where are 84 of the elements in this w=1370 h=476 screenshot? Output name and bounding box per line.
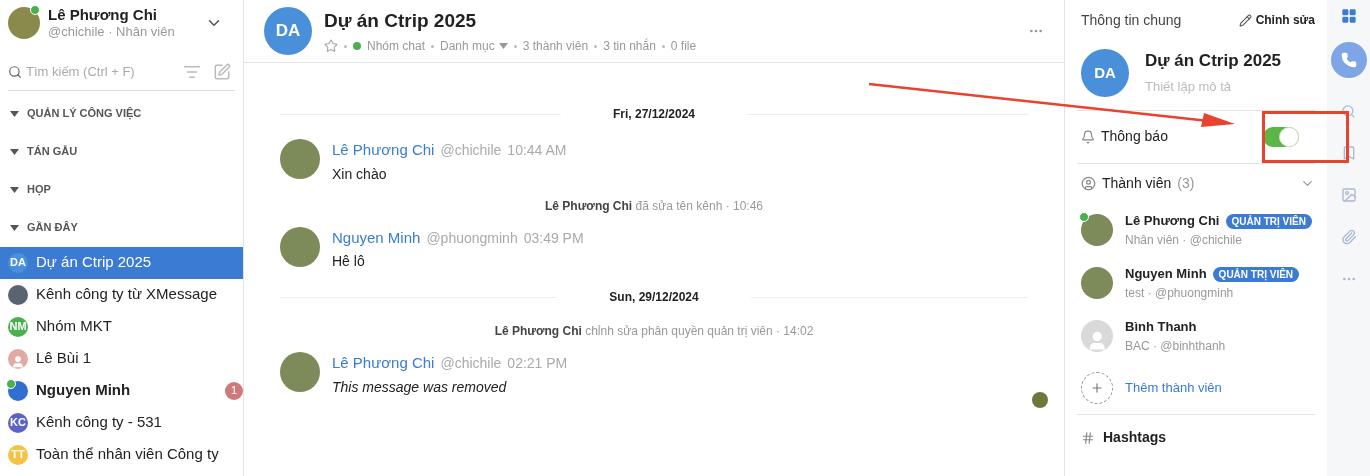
- initials-avatar: TT: [8, 444, 28, 465]
- add-member-link[interactable]: Thêm thành viên: [1125, 378, 1222, 398]
- message-time: 02:21 PM: [507, 354, 568, 373]
- channel-avatar: DA: [264, 7, 312, 55]
- caret-icon: [10, 110, 19, 117]
- star-icon[interactable]: [324, 39, 338, 54]
- initials-avatar: DA: [8, 252, 28, 273]
- conversation-item[interactable]: Kênh công ty từ XMessage: [0, 278, 243, 311]
- initials-avatar: KC: [8, 412, 28, 433]
- author-handle: @phuongminh: [426, 228, 518, 248]
- section-header[interactable]: HỌP: [0, 170, 243, 209]
- member-name: Nguyen Minh: [1125, 265, 1207, 284]
- hash-icon: [1081, 430, 1095, 445]
- author-name[interactable]: Lê Phương Chi: [332, 352, 435, 375]
- author-name[interactable]: Lê Phương Chi: [332, 139, 435, 162]
- user-subtitle: @chichile · Nhân viên: [48, 24, 176, 41]
- channel-title: Dự án Ctrip 2025: [1145, 50, 1282, 72]
- message-time: 10:44 AM: [507, 141, 567, 160]
- grid-icon[interactable]: [1340, 8, 1357, 24]
- message-count: 3 tin nhắn: [603, 37, 656, 56]
- conversation-item[interactable]: Lê Bùi 1: [0, 342, 243, 375]
- channel-title: Dự án Ctrip 2025: [324, 8, 478, 33]
- conversation-item[interactable]: TT Toàn thể nhân viên Công ty: [0, 438, 243, 471]
- role-badge: QUẢN TRỊ VIÊN: [1212, 266, 1300, 282]
- unread-badge: 1: [225, 381, 243, 400]
- search-icon: [8, 64, 22, 79]
- message-text: Xin chào: [332, 164, 388, 184]
- description-field[interactable]: Thiết lập mô tả: [1145, 76, 1255, 96]
- members-count: (3): [1177, 174, 1196, 193]
- section-header[interactable]: QUẢN LÝ CÔNG VIỆC: [0, 94, 243, 133]
- author-name[interactable]: Nguyen Minh: [332, 226, 421, 249]
- conversation-item[interactable]: KC Kênh công ty - 531: [0, 406, 243, 439]
- message-text: This message was removed: [332, 377, 508, 397]
- channel-avatar: DA: [1081, 48, 1129, 97]
- image-icon[interactable]: [1340, 187, 1357, 203]
- member-name: Bình Thanh: [1125, 318, 1197, 337]
- date-divider: Fri, 27/12/2024: [611, 106, 697, 123]
- caret-icon: [498, 43, 508, 50]
- photo-placeholder: [280, 226, 320, 267]
- conversation-item[interactable]: Nguyen Minh 1: [0, 374, 243, 407]
- channel-type: Nhóm chat: [367, 38, 426, 56]
- panel-heading: Thông tin chung: [1081, 10, 1182, 30]
- section-header[interactable]: GẦN ĐÂY: [0, 208, 243, 247]
- paperclip-icon[interactable]: [1340, 229, 1357, 245]
- members-label: Thành viên: [1102, 174, 1172, 193]
- system-event: Lê Phương Chi đã sửa tên kênh · 10:46: [544, 197, 764, 215]
- author-handle: @chichile: [440, 354, 502, 373]
- caret-icon: [10, 224, 19, 231]
- notification-toggle[interactable]: [1263, 126, 1299, 147]
- call-button[interactable]: [1330, 42, 1367, 78]
- author-handle: @chichile: [440, 141, 502, 160]
- pencil-icon: [1238, 13, 1252, 27]
- compose-icon[interactable]: [213, 62, 231, 81]
- member-detail: Nhân viên · @chichile: [1125, 231, 1243, 249]
- role-badge: QUẢN TRỊ VIÊN: [1225, 213, 1312, 229]
- section-header[interactable]: TÁN GẪU: [0, 132, 243, 171]
- user-name: Lê Phương Chi: [48, 5, 159, 25]
- member-count: 3 thành viên: [522, 38, 589, 56]
- hashtags-label: Hashtags: [1103, 428, 1167, 447]
- conversation-item[interactable]: NM Nhóm MKT: [0, 310, 243, 343]
- photo-placeholder: [1081, 214, 1113, 246]
- search-field[interactable]: Tìm kiếm (Ctrl + F): [26, 62, 179, 82]
- message-text: Hê lô: [332, 252, 366, 271]
- photo-placeholder: [8, 7, 40, 39]
- member-detail: test · @phuongminh: [1125, 284, 1235, 302]
- search-icon[interactable]: [1341, 104, 1356, 119]
- phone-icon: [1340, 52, 1357, 68]
- notification-label: Thông báo: [1101, 127, 1169, 146]
- member-detail: BAC · @binhthanh: [1125, 337, 1226, 355]
- photo-placeholder: [280, 139, 320, 179]
- system-event: Lê Phương Chi chỉnh sửa phân quyền quản trị viên · 14:02: [493, 323, 815, 340]
- conversation-item[interactable]: DA Dự án Ctrip 2025: [0, 246, 243, 279]
- caret-icon: [10, 148, 19, 155]
- edit-button[interactable]: Chỉnh sửa: [1238, 11, 1315, 29]
- message-time: 03:49 PM: [523, 228, 584, 248]
- person-icon: [1081, 176, 1096, 191]
- bell-icon: [1081, 129, 1095, 144]
- date-divider: Sun, 29/12/2024: [608, 289, 700, 306]
- initials-avatar: NM: [8, 316, 28, 337]
- photo-placeholder: [1032, 391, 1048, 408]
- file-count: 0 file: [670, 38, 697, 56]
- photo-placeholder: [280, 352, 320, 392]
- caret-icon: [10, 186, 19, 193]
- member-name: Lê Phương Chi: [1125, 212, 1220, 231]
